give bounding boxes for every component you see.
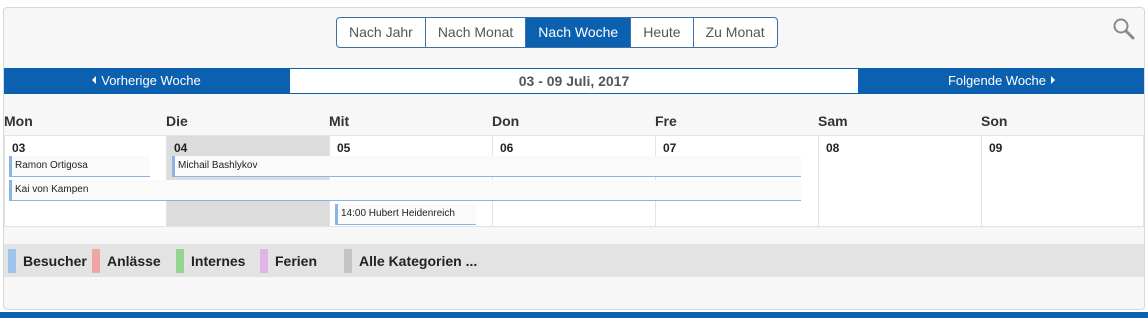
day-name: Mon [4,113,33,129]
search-icon[interactable] [1112,17,1136,41]
footer-bar [0,312,1148,318]
legend-label: Ferien [275,253,318,269]
day-name: Mit [329,113,350,129]
view-switcher: Nach Jahr Nach Monat Nach Woche Heute Zu… [336,17,778,48]
week-navigation: Vorherige Woche 03 - 09 Juli, 2017 Folge… [4,68,1144,94]
category-swatch [344,249,352,273]
legend-label: Anlässe [107,253,161,269]
calendar-event[interactable]: 14:00 Hubert Heidenreich [335,204,476,225]
day-name: Son [981,113,1008,129]
category-legend: Besucher Anlässe Internes Ferien Alle Ka… [4,244,1144,277]
day-name: Sam [818,113,848,129]
day-cell[interactable]: 08 [818,135,981,227]
caret-left-icon [92,76,97,84]
tab-today[interactable]: Heute [630,18,692,47]
calendar-event[interactable]: Kai von Kampen [9,180,801,201]
tab-month[interactable]: Nach Monat [424,18,525,47]
legend-label: Besucher [23,253,87,269]
next-week-button[interactable]: Folgende Woche [859,68,1144,94]
day-cell[interactable]: 09 [981,135,1144,227]
legend-label: Internes [191,253,246,269]
previous-week-button[interactable]: Vorherige Woche [4,68,289,94]
caret-right-icon [1051,76,1056,84]
previous-week-label: Vorherige Woche [101,73,201,88]
day-number[interactable]: 05 [337,141,350,155]
week-grid: Mon 03 Die 04 Mit 05 Don 06 Fre 07 Sam 0… [4,109,1144,229]
day-number[interactable]: 08 [826,141,839,155]
day-name: Don [492,113,520,129]
category-swatch [8,249,16,273]
next-week-label: Folgende Woche [947,73,1047,88]
day-number[interactable]: 07 [663,141,676,155]
tab-year[interactable]: Nach Jahr [337,18,425,47]
category-swatch [260,249,268,273]
day-number[interactable]: 09 [989,141,1002,155]
tab-week[interactable]: Nach Woche [525,18,631,47]
category-swatch [176,249,184,273]
tab-to-month[interactable]: Zu Monat [692,18,777,47]
legend-label: Alle Kategorien ... [359,253,478,269]
category-swatch [92,249,100,273]
day-column-son: Son 09 [981,109,1144,229]
day-column-sam: Sam 08 [818,109,981,229]
day-number[interactable]: 06 [500,141,513,155]
day-number[interactable]: 04 [174,141,187,155]
day-name: Die [166,113,188,129]
day-number[interactable]: 03 [12,141,25,155]
calendar-event[interactable]: Michail Bashlykov [172,156,801,177]
calendar-event[interactable]: Ramon Ortigosa [9,156,150,177]
week-range-title: 03 - 09 Juli, 2017 [289,68,859,94]
day-name: Fre [655,113,677,129]
